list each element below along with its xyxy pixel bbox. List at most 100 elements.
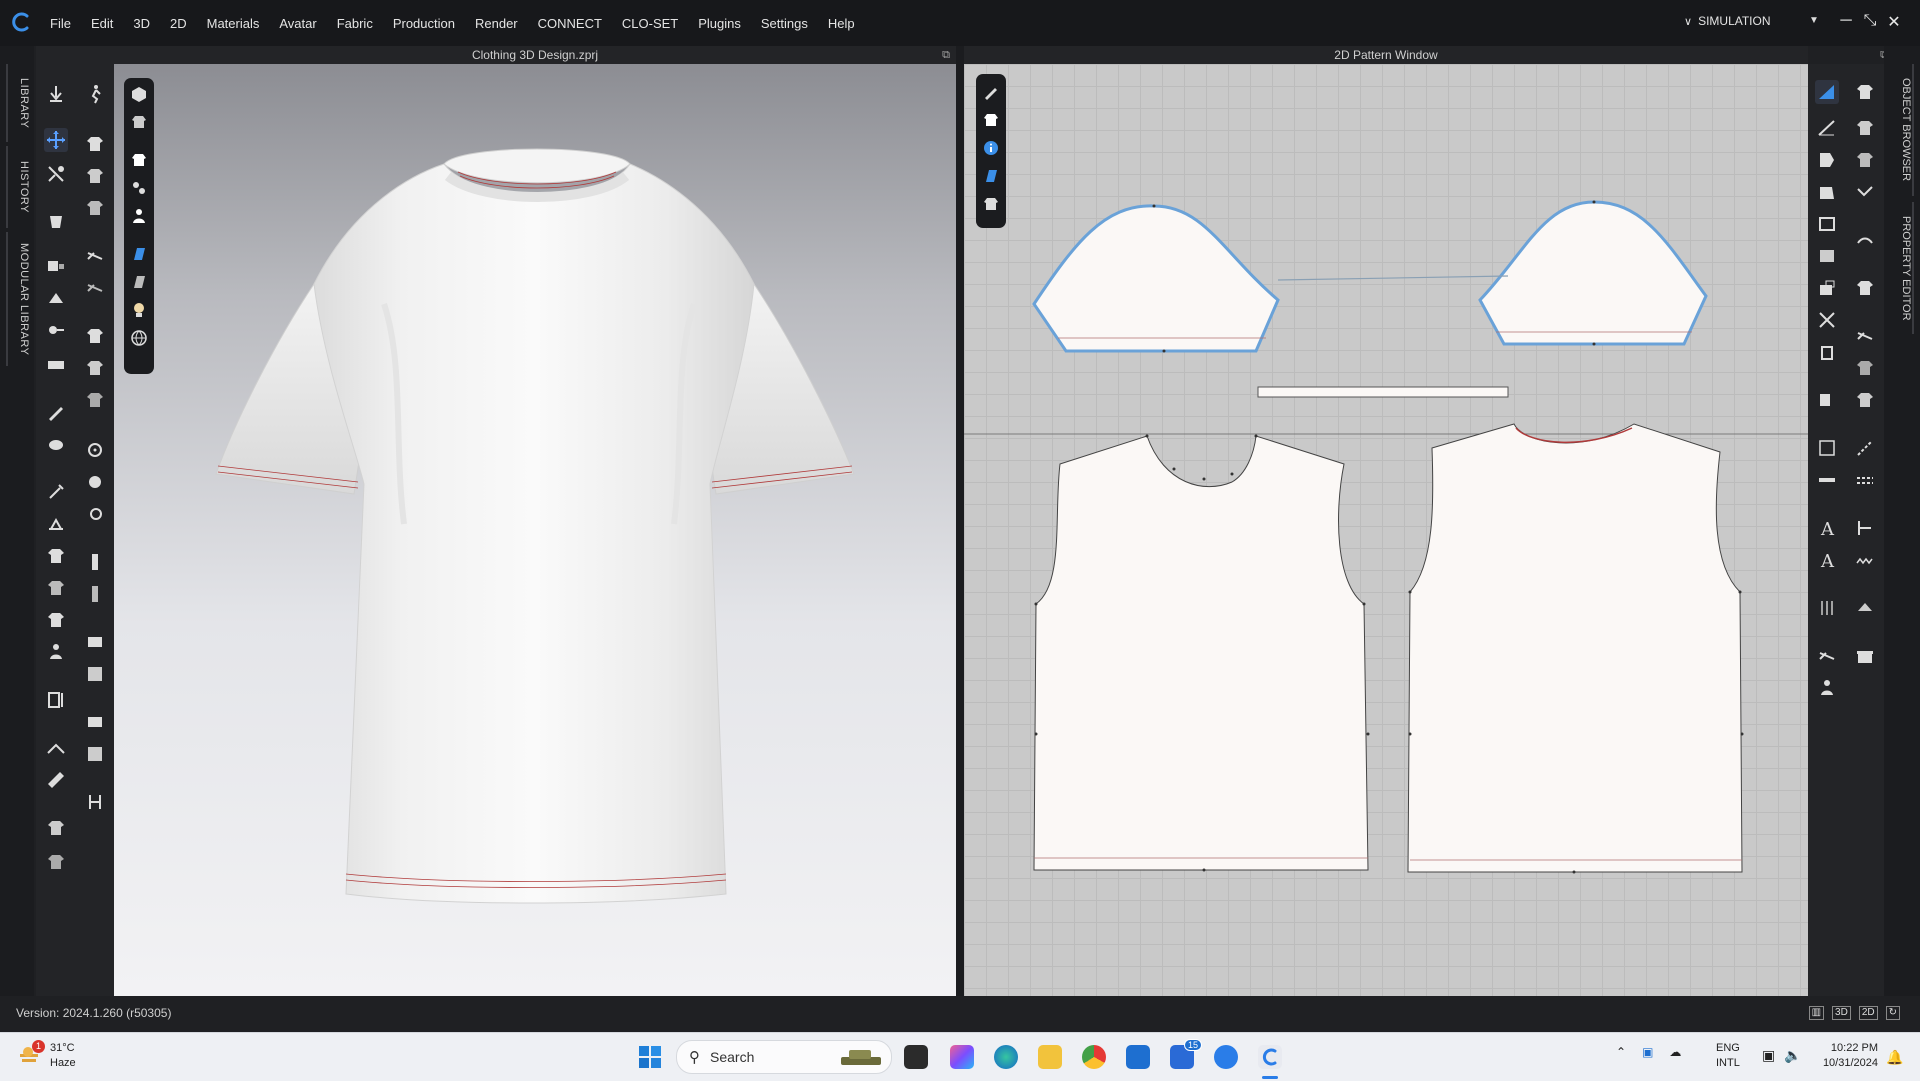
internal-polygon-icon[interactable] (1815, 244, 1839, 268)
pen-icon[interactable] (981, 82, 1001, 102)
menu-fabric[interactable]: Fabric (337, 16, 373, 31)
tape-icon[interactable] (83, 790, 107, 814)
menu-settings[interactable]: Settings (761, 16, 808, 31)
topstitch-icon[interactable] (83, 196, 107, 220)
menu-edit[interactable]: Edit (91, 16, 113, 31)
tab-property-editor[interactable]: PROPERTY EDITOR (1890, 202, 1914, 334)
elastic-icon[interactable] (83, 630, 107, 654)
2d-view-button[interactable]: 2D (1858, 1006, 1878, 1020)
trim-icon[interactable] (83, 662, 107, 686)
measure-2d-icon[interactable] (1853, 516, 1877, 540)
topstitch-2d-icon[interactable] (1853, 468, 1877, 492)
garment-view-icon[interactable] (129, 112, 149, 132)
menu-materials[interactable]: Materials (207, 16, 260, 31)
piping-edit-icon[interactable] (83, 742, 107, 766)
transform-icon[interactable] (44, 162, 68, 186)
viewport-2d[interactable] (964, 64, 1808, 996)
cut-icon[interactable] (1815, 308, 1839, 332)
text-edit-icon[interactable]: A (1815, 548, 1839, 572)
size-icon[interactable] (44, 688, 68, 712)
fabric-view-icon[interactable] (129, 272, 149, 292)
menu-avatar[interactable]: Avatar (279, 16, 316, 31)
shirt-icon[interactable] (44, 544, 68, 568)
close-button[interactable]: ✕ (1884, 12, 1904, 32)
line-icon[interactable] (1853, 436, 1877, 460)
binding-icon[interactable] (1815, 468, 1839, 492)
weather-widget[interactable]: 1 31°C Haze (18, 1040, 76, 1071)
rectangle-icon[interactable] (1815, 212, 1839, 236)
texture-view-icon[interactable] (981, 166, 1001, 186)
notification-bell-icon[interactable]: 🔔 (1886, 1049, 1903, 1066)
menu-help[interactable]: Help (828, 16, 855, 31)
garment-pin-icon[interactable] (44, 210, 68, 234)
language-indicator[interactable]: ENG INTL (1716, 1041, 1740, 1071)
gift-icon[interactable] (1853, 644, 1877, 668)
stitch-icon[interactable] (83, 164, 107, 188)
text-icon[interactable]: A (1815, 516, 1839, 540)
segment-sewing-icon[interactable] (1853, 116, 1877, 140)
outlook-icon[interactable]: 15 (1170, 1039, 1203, 1069)
minimize-button[interactable]: ─ (1836, 12, 1856, 30)
texture-view-icon[interactable] (129, 244, 149, 264)
pose-icon[interactable] (83, 82, 107, 106)
notch-icon[interactable] (1815, 644, 1839, 668)
graphic-icon[interactable] (83, 356, 107, 380)
avatar-arrow-icon[interactable] (44, 82, 68, 106)
tab-library[interactable]: LIBRARY (6, 64, 30, 142)
zipper-icon[interactable] (83, 550, 107, 574)
menu-render[interactable]: Render (475, 16, 518, 31)
ruler-icon[interactable] (44, 768, 68, 792)
arrangement-icon[interactable] (44, 254, 68, 278)
graphic-2d-icon[interactable] (1853, 356, 1877, 380)
puckering-2d-icon[interactable] (1853, 324, 1877, 348)
tack-2d-icon[interactable] (1853, 180, 1877, 204)
select-move-icon[interactable] (44, 128, 68, 152)
dropdown-arrow-icon[interactable]: ▼ (1809, 15, 1819, 26)
tab-history[interactable]: HISTORY (6, 146, 30, 228)
puckering-icon[interactable] (83, 244, 107, 268)
stretch-icon[interactable] (1853, 228, 1877, 252)
file-explorer-icon[interactable] (1038, 1045, 1062, 1069)
shirt-display-icon[interactable] (129, 150, 149, 170)
globe-icon[interactable] (129, 328, 149, 348)
chevron-up-icon[interactable]: ⌃ (1616, 1045, 1626, 1059)
windows-start-icon[interactable] (638, 1045, 662, 1069)
pencil-icon[interactable] (44, 400, 68, 424)
shirring-icon[interactable] (83, 276, 107, 300)
mode-selector[interactable]: ∨ SIMULATION (1684, 14, 1771, 28)
shirt-layer-icon[interactable] (44, 608, 68, 632)
piping-icon[interactable] (83, 710, 107, 734)
split-view-icon[interactable]: ▥ (1808, 1006, 1825, 1020)
light-icon[interactable] (129, 300, 149, 320)
garment-fit-icon[interactable] (44, 816, 68, 840)
menu-plugins[interactable]: Plugins (698, 16, 741, 31)
cube-view-icon[interactable] (129, 84, 149, 104)
shirt-fit-icon[interactable] (44, 576, 68, 600)
polygon-icon[interactable] (1815, 180, 1839, 204)
trims-display-icon[interactable] (129, 178, 149, 198)
button-select-icon[interactable] (83, 502, 107, 526)
edit-pattern-icon[interactable] (1815, 80, 1839, 104)
grainline-icon[interactable] (1815, 596, 1839, 620)
3d-view-button[interactable]: 3D (1832, 1006, 1851, 1020)
garment-display-icon[interactable] (981, 194, 1001, 214)
edit-point-icon[interactable] (1815, 116, 1839, 140)
task-view-icon[interactable] (904, 1045, 928, 1069)
steam-icon[interactable] (44, 432, 68, 456)
dart-icon[interactable] (1815, 340, 1839, 364)
transform-pattern-icon[interactable] (1815, 148, 1839, 172)
zigzag-icon[interactable] (1853, 548, 1877, 572)
seam-allowance-icon[interactable] (1815, 436, 1839, 460)
avatar-icon[interactable] (44, 640, 68, 664)
avatar-display-icon[interactable] (129, 206, 149, 226)
info-icon[interactable] (981, 138, 1001, 158)
fold-2d-icon[interactable] (1853, 596, 1877, 620)
button-icon[interactable] (83, 438, 107, 462)
garment-pressure-icon[interactable] (44, 850, 68, 874)
3d-pen-icon[interactable] (44, 480, 68, 504)
restore-button[interactable]: ⤡ (1860, 12, 1880, 30)
avatar-2d-icon[interactable] (1815, 676, 1839, 700)
volume-icon[interactable]: 🔈 (1784, 1047, 1801, 1064)
clo-app-icon[interactable] (1258, 1045, 1282, 1069)
trace-icon[interactable] (1815, 276, 1839, 300)
